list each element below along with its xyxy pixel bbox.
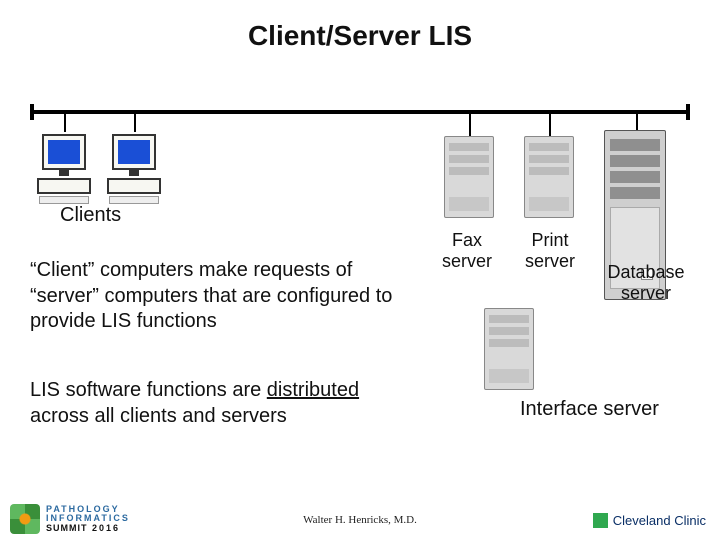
print-server-label: Print server	[514, 230, 586, 271]
p2-post: across all clients and servers	[30, 405, 287, 427]
p2-pre: LIS software functions are	[30, 379, 267, 401]
body-paragraph-1: “Client” computers make requests of “ser…	[30, 258, 412, 335]
bus-tap	[134, 112, 136, 132]
clinic-logo-icon	[594, 514, 607, 527]
print-server-icon	[524, 136, 574, 218]
client-pc-icon	[36, 134, 92, 204]
clinic-name: Cleveland Clinic	[613, 513, 706, 528]
bus-end-right	[686, 104, 690, 120]
conf-line3b: 2016	[92, 523, 120, 533]
body-paragraph-2: LIS software functions are distributed a…	[30, 378, 412, 429]
p2-underline-word: distributed	[267, 379, 359, 401]
interface-server-label: Interface server	[520, 398, 659, 421]
fax-server-label: Fax server	[432, 230, 502, 271]
interface-server-icon	[484, 308, 534, 390]
conference-logo-icon	[10, 504, 40, 534]
footer-conference-badge: PATHOLOGY INFORMATICS SUMMIT 2016	[10, 504, 130, 534]
clients-label: Clients	[60, 204, 121, 227]
network-bus-line	[30, 110, 690, 114]
bus-end-left	[30, 104, 34, 120]
bus-tap	[549, 112, 551, 136]
conf-line3a: SUMMIT	[46, 523, 88, 533]
bus-tap	[64, 112, 66, 132]
slide-title: Client/Server LIS	[0, 20, 720, 52]
conference-text: PATHOLOGY INFORMATICS SUMMIT 2016	[46, 505, 130, 533]
bus-tap	[469, 112, 471, 136]
client-pc-icon	[106, 134, 162, 204]
fax-server-icon	[444, 136, 494, 218]
database-server-label: Database server	[598, 262, 694, 303]
footer-clinic-badge: Cleveland Clinic	[594, 513, 706, 528]
